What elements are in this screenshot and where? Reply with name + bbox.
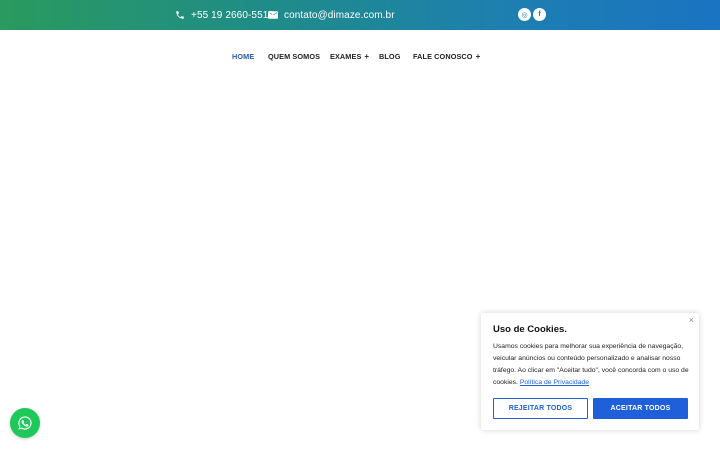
whatsapp-button[interactable]	[10, 408, 40, 438]
nav-quem-somos[interactable]: QUEM SOMOS	[268, 52, 320, 61]
reject-all-button[interactable]: REJEITAR TODOS	[493, 398, 588, 419]
nav-fale-conosco-label: FALE CONOSCO	[413, 52, 473, 61]
plus-icon: +	[475, 52, 481, 61]
phone-number: +55 19 2660-5519	[191, 9, 275, 21]
nav-blog-label: BLOG	[379, 52, 401, 61]
plus-icon: +	[364, 52, 370, 61]
nav-fale-conosco[interactable]: FALE CONOSCO +	[413, 52, 480, 61]
nav-blog[interactable]: BLOG	[379, 52, 400, 61]
phone-icon	[176, 11, 184, 19]
facebook-icon[interactable]: f	[533, 8, 546, 21]
accept-all-button[interactable]: ACEITAR TODOS	[593, 398, 688, 419]
social-links: ◎ f	[518, 8, 546, 21]
phone-contact[interactable]: +55 19 2660-5519	[175, 0, 274, 30]
nav-home-label: HOME	[232, 52, 255, 61]
cookie-title: Uso de Cookies.	[493, 324, 567, 335]
mail-icon	[268, 11, 278, 19]
whatsapp-icon	[18, 416, 32, 430]
email-contact[interactable]: contato@dimaze.com.br	[268, 0, 395, 30]
email-address: contato@dimaze.com.br	[284, 9, 395, 21]
nav-exames-label: EXAMES	[330, 52, 362, 61]
main-nav: HOME QUEM SOMOS EXAMES + BLOG FALE CONOSC…	[0, 52, 720, 64]
instagram-icon[interactable]: ◎	[518, 8, 531, 21]
cookie-banner: × Uso de Cookies. Usamos cookies para me…	[481, 313, 699, 430]
cookie-text: Usamos cookies para melhorar sua experiê…	[493, 341, 689, 389]
nav-home[interactable]: HOME	[232, 52, 254, 61]
nav-quem-somos-label: QUEM SOMOS	[268, 52, 321, 61]
top-bar: +55 19 2660-5519 contato@dimaze.com.br ◎…	[0, 0, 720, 30]
privacy-policy-link[interactable]: Política de Privacidade	[520, 379, 589, 386]
close-icon[interactable]: ×	[689, 315, 694, 325]
nav-exames[interactable]: EXAMES +	[330, 52, 369, 61]
